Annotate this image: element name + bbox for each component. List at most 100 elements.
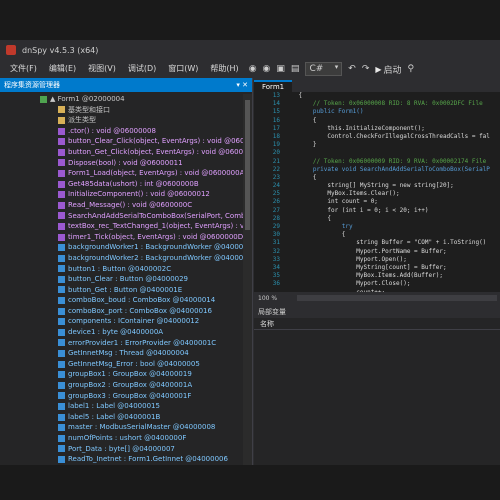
tree-item[interactable]: button_Get : Button @0400001E (0, 285, 244, 296)
code-line[interactable]: MyBox.Items.Clear(); (284, 190, 500, 198)
back-icon[interactable]: ◉ (249, 64, 257, 74)
tree-item[interactable]: groupBox3 : GroupBox @0400001F (0, 391, 244, 402)
forward-icon[interactable]: ◉ (263, 64, 271, 74)
tree-item[interactable]: Dispose(bool) : void @06000011 (0, 158, 244, 169)
tree-item[interactable]: groupBox1 : GroupBox @04000019 (0, 369, 244, 380)
code-line[interactable]: } (284, 141, 500, 149)
tree-item[interactable]: 基类型和接口 (0, 105, 244, 116)
field-icon (58, 360, 65, 368)
code-line[interactable]: string Buffer = "COM" + i.ToString() (284, 239, 500, 247)
tree-item[interactable]: .ctor() : void @06000008 (0, 126, 244, 137)
tree-item[interactable]: comboBox_boud : ComboBox @04000014 (0, 295, 244, 306)
tree-item[interactable]: Form1_Load(object, EventArgs) : void @06… (0, 168, 244, 179)
code-line[interactable]: MyBox.Items.Add(Buffer); (284, 272, 500, 280)
tree-item[interactable]: groupBox2 : GroupBox @0400001A (0, 380, 244, 391)
menu-edit[interactable]: 编辑(E) (43, 60, 82, 78)
tree-item[interactable]: ReadTo_Inetnet : Form1.GetInnet @0400000… (0, 454, 244, 465)
open-icon[interactable]: ▤ (291, 64, 300, 74)
tree-item-label: backgroundWorker2 : BackgroundWorker @04… (68, 253, 244, 262)
tree-item[interactable]: ▲ Form1 @02000004 (0, 94, 244, 105)
tree-item[interactable]: 派生类型 (0, 115, 244, 126)
tree-item[interactable]: errorProvider1 : ErrorProvider @0400001C (0, 338, 244, 349)
search-icon[interactable]: ⚲ (408, 64, 415, 74)
menu-debug[interactable]: 调试(D) (122, 60, 162, 78)
tree-item-label: groupBox2 : GroupBox @0400001A (68, 381, 193, 390)
tree-item[interactable]: button_Clear_Click(object, EventArgs) : … (0, 136, 244, 147)
method-icon (58, 148, 65, 156)
tree-item[interactable]: label1 : Label @04000015 (0, 401, 244, 412)
code-line[interactable] (284, 149, 500, 157)
code-line[interactable]: try (284, 223, 500, 231)
assembly-explorer-title: 程序集资源管理器 (4, 81, 60, 89)
tree-item[interactable]: button_Get_Click(object, EventArgs) : vo… (0, 147, 244, 158)
line-number: 35 (272, 272, 280, 280)
language-select[interactable]: C# (305, 62, 343, 76)
code-area[interactable]: { // Token: 0x06000008 RID: 8 RVA: 0x000… (284, 92, 500, 292)
code-line[interactable]: { (284, 215, 500, 223)
field-icon (58, 381, 65, 389)
save-icon[interactable]: ▣ (276, 64, 285, 74)
code-line[interactable]: int count = 0; (284, 198, 500, 206)
method-icon (58, 180, 65, 188)
code-line[interactable]: { (284, 174, 500, 182)
menu-help[interactable]: 帮助(H) (204, 60, 244, 78)
menu-window[interactable]: 窗口(W) (162, 60, 204, 78)
code-line[interactable]: Myport.Open(); (284, 256, 500, 264)
tree-item[interactable]: Get485data(ushort) : int @0600000B (0, 179, 244, 190)
tree-item-label: SearchAndAddSerialToComboBox(SerialPort,… (68, 211, 244, 220)
code-line[interactable]: Myport.PortName = Buffer; (284, 248, 500, 256)
code-line[interactable]: Myport.Close(); (284, 280, 500, 288)
code-line[interactable]: private void SearchAndAddSerialToComboBo… (284, 166, 500, 174)
tree-item[interactable]: comboBox_port : ComboBox @04000016 (0, 306, 244, 317)
toolbar: ◉ ◉ ▣ ▤ C# ↶ ↷ ▶启动 ⚲ (249, 62, 414, 76)
menu-file[interactable]: 文件(F) (4, 60, 43, 78)
locals-name-column[interactable]: 名称 (254, 318, 500, 330)
tree-item[interactable]: numOfPoints : ushort @0400000F (0, 433, 244, 444)
tree-item[interactable]: components : IContainer @04000012 (0, 316, 244, 327)
tree-item[interactable]: InitializeComponent() : void @06000012 (0, 189, 244, 200)
undo-icon[interactable]: ↶ (348, 64, 356, 74)
tree-item-label: comboBox_port : ComboBox @04000016 (68, 306, 212, 315)
redo-icon[interactable]: ↷ (362, 64, 370, 74)
tree-scrollbar[interactable] (243, 94, 252, 465)
tab-form1[interactable]: Form1 (254, 80, 293, 92)
field-icon (58, 339, 65, 347)
code-line[interactable]: { (284, 117, 500, 125)
tree-item[interactable]: Read_Message() : void @0600000C (0, 200, 244, 211)
tree-item[interactable]: GetInnetMsg_Error : bool @04000005 (0, 359, 244, 370)
code-line[interactable]: Control.CheckForIllegalCrossThreadCalls … (284, 133, 500, 141)
code-line[interactable]: { (284, 231, 500, 239)
code-line[interactable]: MyString[count] = Buffer; (284, 264, 500, 272)
tree-item[interactable]: label5 : Label @0400001B (0, 412, 244, 423)
tree-item[interactable]: master : ModbusSerialMaster @04000008 (0, 422, 244, 433)
code-editor[interactable]: 13 14 15 16 17 18 19 20 21 22 23 24 25 26 27 28 29 30 31 32… (254, 92, 500, 292)
play-icon: ▶ (375, 64, 382, 74)
code-line[interactable]: public Form1() (284, 108, 500, 116)
menu-view[interactable]: 视图(V) (82, 60, 122, 78)
panel-close-icon[interactable]: ▾ ✕ (236, 81, 248, 89)
tree-item-label: Dispose(bool) : void @06000011 (68, 158, 183, 167)
field-icon (58, 318, 65, 326)
tree-item[interactable]: button1 : Button @0400002C (0, 264, 244, 275)
horizontal-scrollbar[interactable] (297, 295, 498, 301)
tree-item[interactable]: Port_Data : byte[] @04000007 (0, 444, 244, 455)
tree-item[interactable]: device1 : byte @0400000A (0, 327, 244, 338)
tree-item[interactable]: SearchAndAddSerialToComboBox(SerialPort,… (0, 211, 244, 222)
code-line[interactable]: // Token: 0x06000009 RID: 9 RVA: 0x00002… (284, 158, 500, 166)
code-line[interactable]: string[] MyString = new string[20]; (284, 182, 500, 190)
field-icon (58, 403, 65, 411)
scroll-thumb[interactable] (245, 100, 250, 230)
tree-item[interactable]: textBox_rec_TextChanged_1(object, EventA… (0, 221, 244, 232)
tree-item[interactable]: GetInnetMsg : Thread @04000004 (0, 348, 244, 359)
start-button[interactable]: ▶ 启动 (375, 63, 401, 76)
field-icon (58, 434, 65, 442)
tree-item[interactable]: timer1_Tick(object, EventArgs) : void @0… (0, 232, 244, 243)
code-line[interactable]: { (284, 92, 500, 100)
code-line[interactable]: // Token: 0x06000008 RID: 8 RVA: 0x0002D… (284, 100, 500, 108)
code-line[interactable]: for (int i = 0; i < 20; i++) (284, 207, 500, 215)
tree-item[interactable]: backgroundWorker1 : BackgroundWorker @04… (0, 242, 244, 253)
code-line[interactable]: this.InitializeComponent(); (284, 125, 500, 133)
tree-item[interactable]: backgroundWorker2 : BackgroundWorker @04… (0, 253, 244, 264)
tree-item[interactable]: button_Clear : Button @04000029 (0, 274, 244, 285)
zoom-level[interactable]: 100 % (258, 295, 277, 302)
